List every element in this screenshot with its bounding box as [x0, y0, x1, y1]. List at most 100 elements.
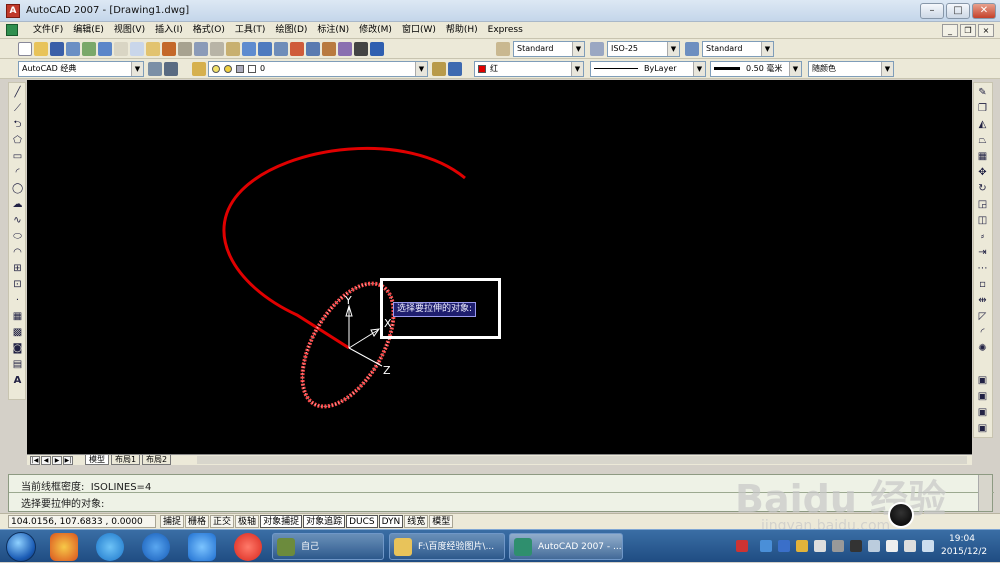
qq-penguin-icon[interactable] — [888, 502, 914, 528]
save-icon[interactable] — [50, 42, 64, 56]
model-space-toggle[interactable]: 模型 — [429, 515, 454, 528]
keyboard-icon[interactable] — [850, 540, 862, 552]
ducs-toggle[interactable]: DUCS — [346, 515, 378, 528]
array-icon[interactable]: ▦ — [977, 151, 988, 162]
drawing-canvas[interactable]: Y X Z — [27, 80, 972, 454]
copy-icon[interactable] — [130, 42, 144, 56]
otrack-toggle[interactable]: 对象追踪 — [303, 515, 346, 528]
command-scrollbar[interactable] — [978, 475, 992, 511]
table-icon[interactable]: ▤ — [12, 359, 23, 370]
layer-previous-icon[interactable] — [448, 62, 462, 76]
menu-window[interactable]: 窗口(W) — [397, 24, 441, 37]
browser-360-icon[interactable] — [50, 533, 78, 561]
plot-icon[interactable] — [66, 42, 80, 56]
start-button[interactable] — [6, 532, 36, 562]
ie-browser-icon[interactable] — [96, 533, 124, 561]
last-tab-icon[interactable]: ▶| — [63, 456, 73, 465]
plot-style-select[interactable]: 随颜色 ▼ — [808, 61, 894, 77]
copy-object-icon[interactable]: ❐ — [977, 103, 988, 114]
redo-icon[interactable] — [210, 42, 224, 56]
join-icon[interactable]: ⇹ — [977, 295, 988, 306]
menu-dimension[interactable]: 标注(N) — [312, 24, 354, 37]
task-explorer[interactable]: F:\百度经验图片\... — [389, 533, 505, 560]
snap-toggle[interactable]: 捕捉 — [160, 515, 185, 528]
rectangle-icon[interactable]: ▭ — [12, 151, 23, 162]
block-editor-icon[interactable] — [178, 42, 192, 56]
draw-order-back-icon[interactable]: ▣ — [977, 391, 988, 402]
circle-icon[interactable]: ◯ — [12, 183, 23, 194]
color-select[interactable]: 红 ▼ — [474, 61, 584, 77]
plot-preview-icon[interactable] — [82, 42, 96, 56]
bring-above-icon[interactable]: ▣ — [977, 407, 988, 418]
volume-icon[interactable] — [904, 540, 916, 552]
cut-icon[interactable] — [114, 42, 128, 56]
polar-toggle[interactable]: 极轴 — [235, 515, 260, 528]
grid-toggle[interactable]: 栅格 — [185, 515, 210, 528]
zoom-window-icon[interactable] — [258, 42, 272, 56]
trim-icon[interactable]: ⸗ — [977, 231, 988, 242]
insert-block-icon[interactable]: ⊞ — [12, 263, 23, 274]
hatch-icon[interactable]: ▦ — [12, 311, 23, 322]
send-under-icon[interactable]: ▣ — [977, 423, 988, 434]
layer-manager-icon[interactable] — [192, 62, 206, 76]
security-shield-icon[interactable] — [760, 540, 772, 552]
qq-tray-icon[interactable] — [796, 540, 808, 552]
tray-app-icon[interactable] — [832, 540, 844, 552]
arc-icon[interactable]: ◜ — [12, 167, 23, 178]
match-properties-icon[interactable] — [162, 42, 176, 56]
construction-line-icon[interactable]: ⟋ — [12, 103, 23, 114]
close-button[interactable]: ✕ — [972, 3, 996, 19]
doc-restore-button[interactable]: ❐ — [960, 24, 976, 37]
input-method-icon[interactable] — [736, 540, 748, 552]
layer-select[interactable]: 0 ▼ — [208, 61, 428, 77]
paste-icon[interactable] — [146, 42, 160, 56]
video-player-icon[interactable] — [234, 533, 262, 561]
table-style-icon[interactable] — [685, 42, 699, 56]
pan-icon[interactable] — [226, 42, 240, 56]
autocad-app-icon[interactable]: A — [6, 4, 20, 18]
gradient-icon[interactable]: ▩ — [12, 327, 23, 338]
task-photo-viewer[interactable]: 自己 — [272, 533, 384, 560]
doc-close-button[interactable]: × — [978, 24, 994, 37]
revision-cloud-icon[interactable]: ☁ — [12, 199, 23, 210]
first-tab-icon[interactable]: |◀ — [30, 456, 40, 465]
open-icon[interactable] — [34, 42, 48, 56]
text-style-icon[interactable] — [496, 42, 510, 56]
network-icon[interactable] — [886, 540, 898, 552]
erase-icon[interactable]: ✎ — [977, 87, 988, 98]
point-icon[interactable]: · — [12, 295, 23, 306]
ortho-toggle[interactable]: 正交 — [210, 515, 235, 528]
display-icon[interactable] — [868, 540, 880, 552]
dim-style-select[interactable]: ISO-25 ▼ — [607, 41, 680, 57]
task-autocad[interactable]: AutoCAD 2007 - ... — [509, 533, 623, 560]
mirror-icon[interactable]: ◭ — [977, 119, 988, 130]
draw-order-front-icon[interactable]: ▣ — [977, 375, 988, 386]
break-at-point-icon[interactable]: ⋯ — [977, 263, 988, 274]
polygon-icon[interactable]: ⬠ — [12, 135, 23, 146]
command-prompt[interactable]: 选择要拉伸的对象: — [21, 495, 104, 510]
line-icon[interactable]: ╱ — [12, 87, 23, 98]
undo-icon[interactable] — [194, 42, 208, 56]
dim-style-icon[interactable] — [590, 42, 604, 56]
offset-icon[interactable]: ⏢ — [977, 135, 988, 146]
menu-format[interactable]: 格式(O) — [188, 24, 230, 37]
design-center-icon[interactable] — [306, 42, 320, 56]
menu-help[interactable]: 帮助(H) — [441, 24, 483, 37]
break-icon[interactable]: ▫ — [977, 279, 988, 290]
menu-insert[interactable]: 插入(I) — [150, 24, 188, 37]
ellipse-arc-icon[interactable]: ◠ — [12, 247, 23, 258]
tab-layout2[interactable]: 布局2 — [142, 455, 172, 465]
menu-file[interactable]: 文件(F) — [28, 24, 68, 37]
zoom-previous-icon[interactable] — [274, 42, 288, 56]
menu-view[interactable]: 视图(V) — [109, 24, 150, 37]
stretch-icon[interactable]: ◫ — [977, 215, 988, 226]
linetype-select[interactable]: ByLayer ▼ — [590, 61, 706, 77]
workspace-select[interactable]: AutoCAD 经典 ▼ — [18, 61, 144, 77]
tab-layout1[interactable]: 布局1 — [111, 455, 141, 465]
shield-icon[interactable] — [188, 533, 216, 561]
next-tab-icon[interactable]: ▶ — [52, 456, 62, 465]
zoom-realtime-icon[interactable] — [242, 42, 256, 56]
calculator-icon[interactable] — [354, 42, 368, 56]
tool-palettes-icon[interactable] — [322, 42, 336, 56]
menu-express[interactable]: Express — [483, 24, 528, 37]
